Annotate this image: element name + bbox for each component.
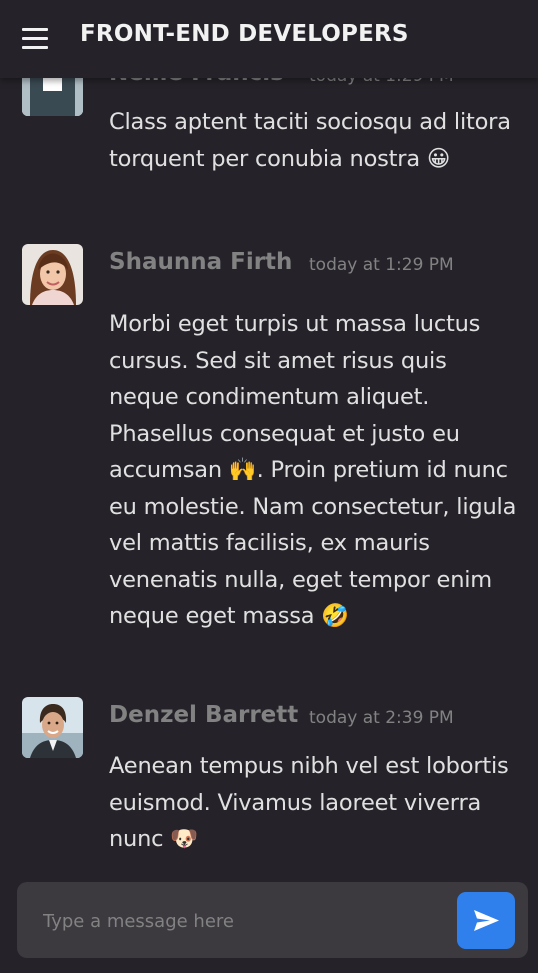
message-input[interactable] [41,902,445,940]
message-text: Morbi eget turpis ut massa luctus cursus… [109,311,517,629]
message-timestamp: today at 2:39 PM [309,708,454,728]
avatar[interactable] [22,697,83,758]
message-text: Class aptent taciti sociosqu ad litora t… [109,109,511,172]
channel-title: FRONT-END DEVELOPERS [80,21,409,47]
message-text: Aenean tempus nibh vel est lobortis euis… [109,753,509,852]
message-composer [17,882,528,958]
message-timestamp: today at 1:29 PM [309,255,454,275]
avatar[interactable] [22,244,83,305]
message-list[interactable]: Nellie Francis today at 1:29 PM Class ap… [0,0,538,880]
send-icon [474,910,499,931]
message-author[interactable]: Shaunna Firth [109,249,292,275]
top-bar: FRONT-END DEVELOPERS [0,0,538,78]
send-button[interactable] [457,892,515,949]
message-author[interactable]: Denzel Barrett [109,702,298,728]
hamburger-icon[interactable] [20,24,50,54]
